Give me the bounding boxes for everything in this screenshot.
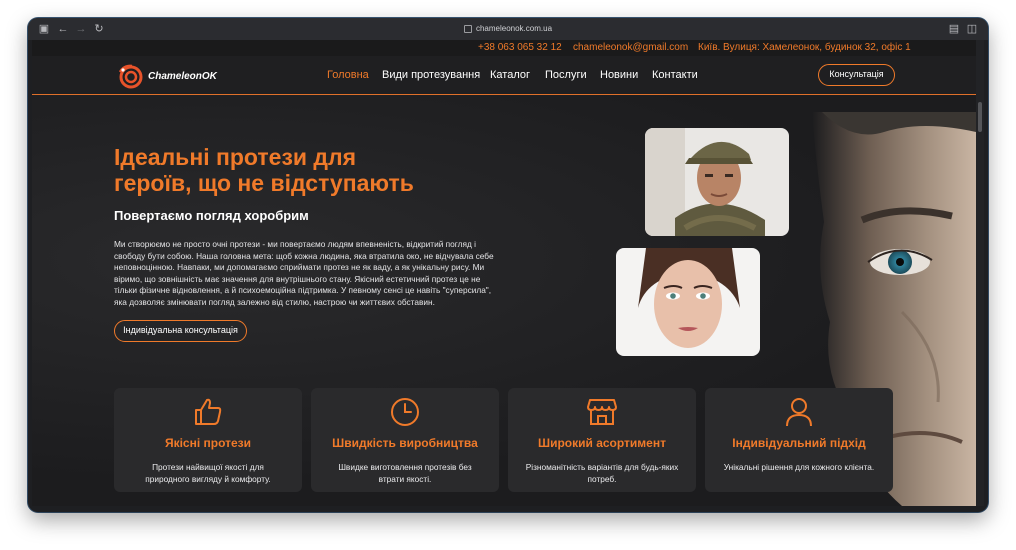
email-link[interactable]: chameleonok@gmail.com bbox=[573, 42, 688, 54]
feature-text: Протези найвищої якості для природного в… bbox=[145, 462, 271, 484]
chameleon-logo-icon[interactable] bbox=[116, 62, 144, 90]
thumbs-up-icon bbox=[195, 398, 222, 425]
address-text: chameleonok.com.ua bbox=[475, 24, 553, 33]
woman-photo bbox=[616, 248, 760, 356]
store-icon bbox=[587, 399, 617, 425]
feature-title: Широкий асортимент bbox=[538, 436, 666, 450]
site-info-icon bbox=[463, 24, 472, 33]
feature-card-individual: Індивідуальний підхід Унікальні рішення … bbox=[705, 388, 893, 492]
feature-card-quality: Якісні протези Протези найвищої якості д… bbox=[114, 388, 302, 492]
feature-title: Якісні протези bbox=[164, 436, 252, 450]
feature-card-speed: Швидкість виробництва Швидке виготовленн… bbox=[311, 388, 499, 492]
user-icon bbox=[786, 398, 812, 427]
feature-text: Різноманітність варіантів для будь-яких … bbox=[525, 462, 679, 484]
feature-text: Унікальні рішення для кожного клієнта. bbox=[723, 462, 875, 472]
main-navbar: ChameleonOK Головна Види протезування Ка… bbox=[32, 56, 976, 95]
reader-icon[interactable]: ▤ bbox=[948, 23, 960, 35]
address-bar[interactable]: chameleonok.com.ua bbox=[28, 23, 988, 35]
nav-services[interactable]: Послуги bbox=[545, 68, 587, 82]
web-page: +38 063 065 32 12 chameleonok@gmail.com … bbox=[32, 40, 976, 506]
split-view-icon[interactable]: ◫ bbox=[966, 23, 978, 35]
feature-card-assortment: Широкий асортимент Різноманітність варіа… bbox=[508, 388, 696, 492]
contact-bar: +38 063 065 32 12 chameleonok@gmail.com … bbox=[32, 40, 976, 56]
soldier-photo bbox=[645, 128, 789, 236]
browser-window: ▣ ← → ↻ chameleonok.com.ua ▤ ◫ +38 063 0… bbox=[28, 18, 988, 512]
individual-consultation-button[interactable]: Індивідуальна консультація bbox=[114, 320, 247, 342]
nav-contacts[interactable]: Контакти bbox=[652, 68, 698, 82]
nav-news[interactable]: Новини bbox=[600, 68, 638, 82]
hero-subtitle: Повертаємо погляд хоробрим bbox=[114, 208, 309, 223]
nav-catalog[interactable]: Каталог bbox=[490, 68, 530, 82]
phone-link[interactable]: +38 063 065 32 12 bbox=[478, 42, 562, 54]
hero-title: Ідеальні протези для героїв, що не відст… bbox=[114, 144, 414, 196]
consultation-button[interactable]: Консультація bbox=[818, 64, 895, 86]
nav-home[interactable]: Головна bbox=[327, 68, 369, 82]
browser-toolbar: ▣ ← → ↻ chameleonok.com.ua ▤ ◫ bbox=[28, 18, 988, 40]
feature-title: Індивідуальний підхід bbox=[732, 436, 866, 450]
feature-text: Швидке виготовлення протезів без втрати … bbox=[338, 462, 472, 484]
clock-icon bbox=[391, 398, 419, 426]
hero-paragraph: Ми створюємо не просто очні протези - ми… bbox=[114, 239, 494, 307]
feature-title: Швидкість виробництва bbox=[332, 436, 478, 450]
address-text: Київ. Вулиця: Хамелеонок, будинок 32, оф… bbox=[698, 42, 911, 53]
nav-prosthesis-types[interactable]: Види протезування bbox=[382, 68, 480, 82]
page-scrollbar[interactable] bbox=[976, 40, 984, 506]
scrollbar-thumb[interactable] bbox=[978, 102, 982, 132]
logo-text[interactable]: ChameleonOK bbox=[148, 71, 217, 83]
